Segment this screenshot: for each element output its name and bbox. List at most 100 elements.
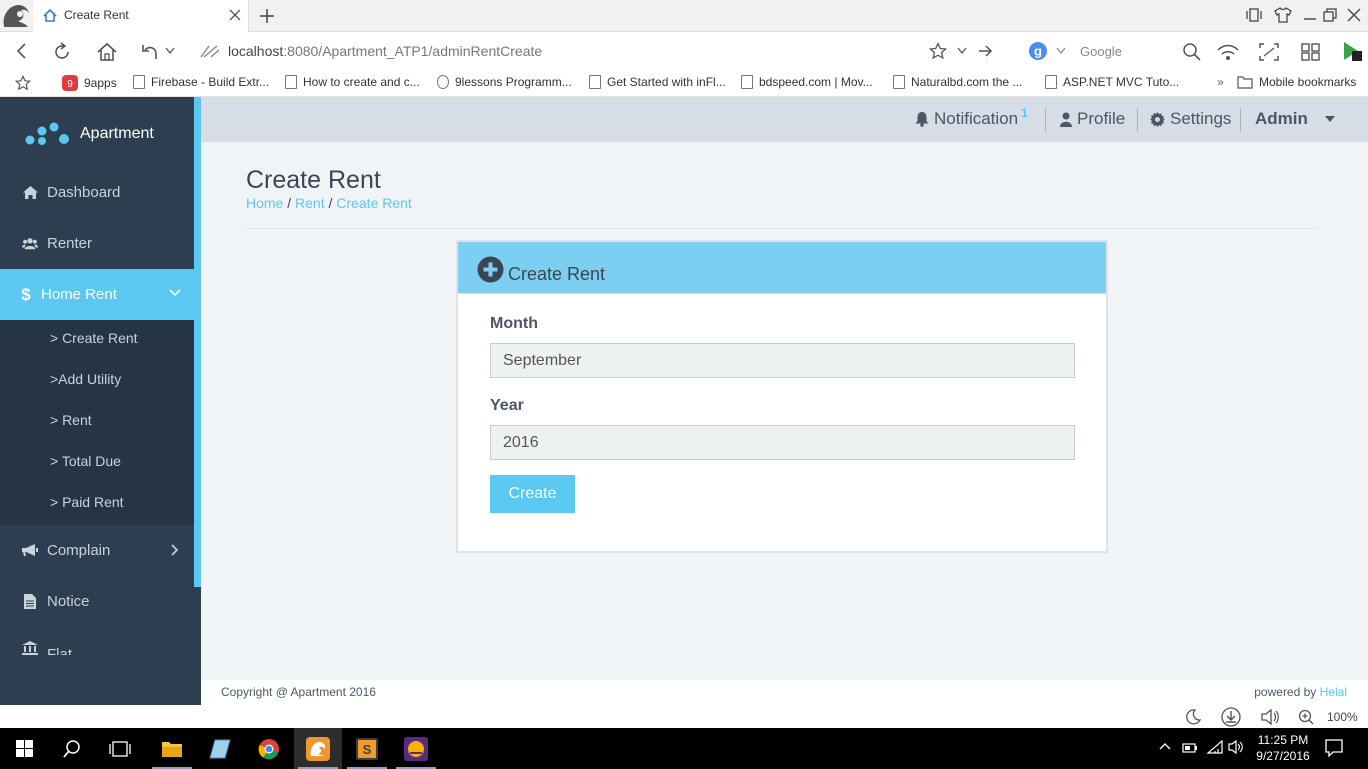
bookmark-get-started[interactable]: Get Started with inFl...: [589, 75, 726, 89]
task-view-icon[interactable]: [96, 728, 144, 769]
close-tab-icon[interactable]: [229, 9, 241, 21]
network-wifi-icon[interactable]: [1207, 740, 1223, 754]
submenu-create-rent[interactable]: > Create Rent: [50, 330, 138, 346]
search-icon[interactable]: [1182, 42, 1201, 61]
skin-shirt-icon[interactable]: [1274, 7, 1292, 23]
notification-label: Notification: [934, 109, 1019, 128]
breadcrumb-create-rent[interactable]: Create Rent: [336, 195, 411, 211]
new-tab-plus-icon[interactable]: [258, 7, 276, 25]
site-info-icon[interactable]: [199, 43, 221, 59]
refresh-icon[interactable]: [52, 42, 72, 62]
system-clock[interactable]: 11:25 PM 9/27/2016: [1246, 732, 1320, 764]
restore-window-icon[interactable]: [1322, 7, 1338, 23]
breadcrumb-rent[interactable]: Rent: [295, 195, 325, 211]
reading-mode-icon[interactable]: [1246, 7, 1262, 23]
speaker-icon[interactable]: [1228, 740, 1244, 754]
browser-tab-active[interactable]: Create Rent: [33, 0, 249, 32]
taskbar-app-notes-icon[interactable]: [196, 728, 244, 769]
uc-browser-taskbar-icon[interactable]: [294, 728, 342, 769]
java-ide-icon[interactable]: [392, 728, 440, 769]
minimize-window-icon[interactable]: [1302, 7, 1318, 23]
chevron-down-icon[interactable]: [957, 47, 967, 55]
go-arrow-icon[interactable]: [977, 43, 993, 59]
sidebar-item-notice[interactable]: Notice: [0, 576, 194, 627]
chevron-up-icon[interactable]: [1159, 742, 1171, 750]
month-field[interactable]: [490, 343, 1075, 378]
footer: Copyright @ Apartment 2016 powered by He…: [201, 680, 1368, 705]
bookmark-firebase[interactable]: Firebase - Build Extr...: [133, 75, 269, 89]
address-bar: localhost:8080/Apartment_ATP1/adminRentC…: [0, 33, 1368, 69]
url-field[interactable]: localhost:8080/Apartment_ATP1/adminRentC…: [228, 43, 542, 59]
bookmark-how-to-create[interactable]: How to create and c...: [285, 75, 420, 89]
chevron-right-icon: [171, 544, 179, 556]
sidebar-item-label: Flat: [47, 646, 73, 655]
sidebar-item-label: Complain: [47, 542, 111, 559]
home-icon[interactable]: [96, 42, 118, 62]
powered-by: powered by Helal: [1254, 685, 1347, 699]
mobile-bookmarks[interactable]: Mobile bookmarks: [1237, 75, 1356, 89]
bookmark-star-icon[interactable]: [15, 75, 31, 91]
submenu-total-due[interactable]: > Total Due: [50, 453, 121, 469]
chevron-down-icon[interactable]: [165, 47, 175, 55]
submenu-paid-rent[interactable]: > Paid Rent: [50, 494, 124, 510]
bookmark-aspnet[interactable]: ASP.NET MVC Tuto...: [1045, 75, 1179, 89]
sublime-text-icon[interactable]: S: [343, 728, 391, 769]
main-content: Create Rent Home / Rent / Create Rent Cr…: [201, 142, 1368, 680]
file-explorer-icon[interactable]: [148, 728, 196, 769]
google-g-icon[interactable]: g: [1028, 41, 1048, 61]
battery-icon[interactable]: [1182, 742, 1198, 754]
star-bookmark-icon[interactable]: [929, 42, 947, 60]
bookmark-9apps[interactable]: 9 9apps: [62, 75, 117, 91]
bell-icon: [915, 112, 929, 127]
submenu-add-utility[interactable]: >Add Utility: [50, 371, 121, 387]
windows-start-icon[interactable]: [0, 728, 48, 769]
sidebar-item-dashboard[interactable]: Dashboard: [0, 167, 194, 218]
extension-play-icon[interactable]: [1341, 40, 1363, 62]
night-mode-moon-icon[interactable]: [1185, 709, 1201, 725]
back-arrow-icon[interactable]: [14, 42, 30, 60]
nav-divider: [1137, 108, 1138, 132]
nav-divider: [1240, 108, 1241, 132]
dots-logo-icon: [25, 122, 69, 145]
profile-label: Profile: [1077, 109, 1126, 128]
action-center-icon[interactable]: [1325, 739, 1343, 757]
submenu-rent[interactable]: > Rent: [50, 412, 92, 428]
search-engine-field[interactable]: Google: [1080, 44, 1122, 59]
sidebar-item-renter[interactable]: Renter: [0, 218, 194, 269]
profile-link[interactable]: Profile: [1060, 109, 1125, 129]
extensions-grid-icon[interactable]: [1300, 42, 1322, 62]
zoom-level[interactable]: 100%: [1327, 710, 1358, 724]
settings-link[interactable]: Settings: [1150, 109, 1231, 129]
author-link[interactable]: Helal: [1320, 685, 1347, 699]
sidebar-item-home-rent[interactable]: $ Home Rent: [0, 269, 194, 320]
sidebar-item-flat[interactable]: Flat: [0, 627, 194, 655]
year-field[interactable]: [490, 425, 1075, 460]
bookmark-naturalbd[interactable]: Naturalbd.com the ...: [893, 75, 1022, 89]
sidebar-item-complain[interactable]: Complain: [0, 525, 194, 576]
wifi-share-icon[interactable]: [1216, 42, 1240, 62]
taskbar-search-icon[interactable]: [48, 728, 96, 769]
zoom-in-icon[interactable]: [1298, 709, 1314, 725]
create-button[interactable]: Create: [490, 475, 575, 513]
brand-logo[interactable]: Apartment: [22, 121, 154, 147]
bookmarks-overflow[interactable]: »: [1217, 75, 1224, 89]
uc-browser-logo-icon[interactable]: [0, 0, 33, 32]
9apps-icon: 9: [62, 75, 78, 91]
close-window-icon[interactable]: [1346, 7, 1362, 23]
breadcrumb-home[interactable]: Home: [246, 195, 283, 211]
bookmark-bdspeed[interactable]: bdspeed.com | Mov...: [741, 75, 873, 89]
page-icon: [133, 75, 145, 89]
home-icon: [22, 186, 38, 199]
volume-icon[interactable]: [1260, 709, 1280, 725]
panel-header: Create Rent: [458, 242, 1106, 294]
download-icon[interactable]: [1220, 707, 1242, 727]
bookmark-9lessons[interactable]: 9lessons Programm...: [437, 75, 572, 89]
notification-link[interactable]: Notification 1: [915, 106, 1030, 129]
chrome-icon[interactable]: [245, 728, 293, 769]
chevron-down-icon[interactable]: [1056, 47, 1066, 55]
admin-dropdown[interactable]: Admin: [1255, 109, 1335, 129]
page-icon: [1045, 75, 1057, 89]
screenshot-icon[interactable]: [1258, 42, 1280, 62]
panel-title: Create Rent: [508, 264, 606, 284]
undo-closed-tab-icon[interactable]: [140, 42, 160, 62]
